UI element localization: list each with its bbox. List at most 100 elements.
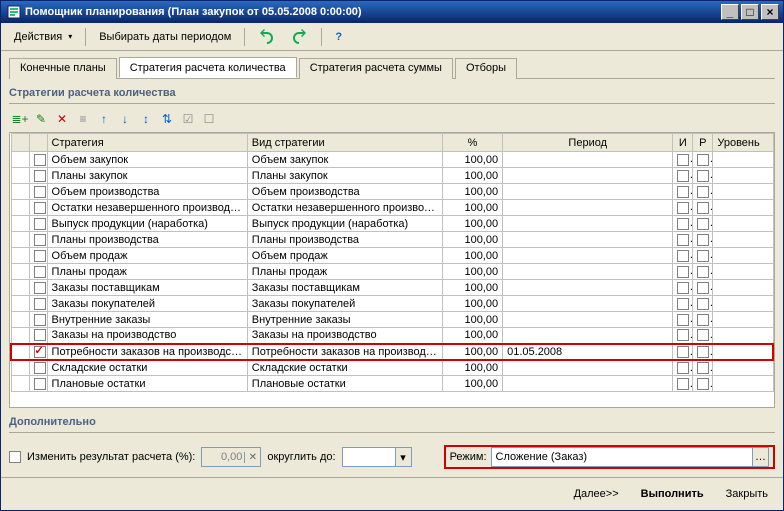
table-row[interactable]: Планы закупокПланы закупок100,00 bbox=[11, 168, 773, 184]
change-result-checkbox[interactable] bbox=[9, 451, 21, 463]
tab-qty-strategy[interactable]: Стратегия расчета количества bbox=[119, 57, 297, 78]
col-strategy[interactable]: Стратегия bbox=[47, 134, 247, 152]
cell-period[interactable] bbox=[503, 264, 673, 280]
table-row[interactable]: Остатки незавершенного производстваОстат… bbox=[11, 200, 773, 216]
r-checkbox[interactable] bbox=[697, 266, 709, 278]
table-row[interactable]: Заказы покупателейЗаказы покупателей100,… bbox=[11, 296, 773, 312]
cell-strategy[interactable]: Остатки незавершенного производства bbox=[47, 200, 247, 216]
cell-r[interactable] bbox=[693, 232, 713, 248]
i-checkbox[interactable] bbox=[677, 234, 689, 246]
i-checkbox[interactable] bbox=[677, 298, 689, 310]
cell-pct[interactable]: 100,00 bbox=[443, 328, 503, 344]
cell-r[interactable] bbox=[693, 216, 713, 232]
r-checkbox[interactable] bbox=[697, 250, 709, 262]
move-down-icon[interactable]: ↓ bbox=[116, 110, 134, 128]
cell-strategy[interactable]: Внутренние заказы bbox=[47, 312, 247, 328]
table-row[interactable]: Заказы на производствоЗаказы на производ… bbox=[11, 328, 773, 344]
cell-i[interactable] bbox=[673, 344, 693, 360]
cell-type[interactable]: Планы закупок bbox=[247, 168, 442, 184]
cell-level[interactable] bbox=[713, 248, 773, 264]
cell-i[interactable] bbox=[673, 200, 693, 216]
cell-strategy[interactable]: Планы продаж bbox=[47, 264, 247, 280]
row-checkbox[interactable] bbox=[34, 186, 46, 198]
cell-level[interactable] bbox=[713, 264, 773, 280]
cell-r[interactable] bbox=[693, 248, 713, 264]
row-checkbox-cell[interactable] bbox=[29, 344, 47, 360]
cell-pct[interactable]: 100,00 bbox=[443, 200, 503, 216]
cell-strategy[interactable]: Заказы покупателей bbox=[47, 296, 247, 312]
cell-i[interactable] bbox=[673, 360, 693, 376]
cell-r[interactable] bbox=[693, 328, 713, 344]
cell-i[interactable] bbox=[673, 168, 693, 184]
col-period[interactable]: Период bbox=[503, 134, 673, 152]
row-checkbox[interactable] bbox=[34, 266, 46, 278]
cell-pct[interactable]: 100,00 bbox=[443, 296, 503, 312]
cell-period[interactable] bbox=[503, 328, 673, 344]
cell-strategy[interactable]: Планы закупок bbox=[47, 168, 247, 184]
cell-type[interactable]: Планы продаж bbox=[247, 264, 442, 280]
cell-level[interactable] bbox=[713, 232, 773, 248]
cell-r[interactable] bbox=[693, 376, 713, 392]
sort-desc-icon[interactable]: ⇅ bbox=[158, 110, 176, 128]
cell-level[interactable] bbox=[713, 344, 773, 360]
cell-period[interactable] bbox=[503, 184, 673, 200]
cell-strategy[interactable]: Заказы на производство bbox=[47, 328, 247, 344]
cell-period[interactable]: 01.05.2008 bbox=[503, 344, 673, 360]
properties-icon[interactable]: ≡ bbox=[74, 110, 92, 128]
cell-strategy[interactable]: Заказы поставщикам bbox=[47, 280, 247, 296]
cell-level[interactable] bbox=[713, 360, 773, 376]
close-button[interactable]: × bbox=[761, 4, 779, 20]
cell-i[interactable] bbox=[673, 376, 693, 392]
table-row[interactable]: Объем производстваОбъем производства100,… bbox=[11, 184, 773, 200]
minimize-button[interactable]: _ bbox=[721, 4, 739, 20]
cell-pct[interactable]: 100,00 bbox=[443, 184, 503, 200]
tab-sum-strategy[interactable]: Стратегия расчета суммы bbox=[299, 58, 453, 79]
row-checkbox-cell[interactable] bbox=[29, 312, 47, 328]
close-form-button[interactable]: Закрыть bbox=[719, 484, 775, 504]
i-checkbox[interactable] bbox=[677, 362, 689, 374]
undo-button[interactable] bbox=[251, 26, 281, 48]
run-button[interactable]: Выполнить bbox=[634, 484, 711, 504]
tab-final-plans[interactable]: Конечные планы bbox=[9, 58, 117, 79]
edit-row-icon[interactable]: ✎ bbox=[32, 110, 50, 128]
table-row[interactable]: Объем продажОбъем продаж100,00 bbox=[11, 248, 773, 264]
cell-type[interactable]: Объем закупок bbox=[247, 152, 442, 168]
actions-menu[interactable]: Действия▾ bbox=[7, 28, 79, 46]
cell-strategy[interactable]: Выпуск продукции (наработка) bbox=[47, 216, 247, 232]
r-checkbox[interactable] bbox=[697, 154, 709, 166]
row-checkbox-cell[interactable] bbox=[29, 248, 47, 264]
i-checkbox[interactable] bbox=[677, 186, 689, 198]
col-pct[interactable]: % bbox=[443, 134, 503, 152]
change-result-input[interactable]: ✕ bbox=[201, 447, 261, 467]
table-row[interactable]: Заказы поставщикамЗаказы поставщикам100,… bbox=[11, 280, 773, 296]
cell-type[interactable]: Заказы покупателей bbox=[247, 296, 442, 312]
cell-level[interactable] bbox=[713, 216, 773, 232]
cell-period[interactable] bbox=[503, 376, 673, 392]
r-checkbox[interactable] bbox=[697, 234, 709, 246]
table-row[interactable]: Выпуск продукции (наработка)Выпуск проду… bbox=[11, 216, 773, 232]
tab-filters[interactable]: Отборы bbox=[455, 58, 517, 79]
mode-select[interactable]: Сложение (Заказ) … bbox=[491, 447, 769, 467]
cell-period[interactable] bbox=[503, 248, 673, 264]
cell-i[interactable] bbox=[673, 248, 693, 264]
cell-strategy[interactable]: Плановые остатки bbox=[47, 376, 247, 392]
cell-r[interactable] bbox=[693, 200, 713, 216]
redo-button[interactable] bbox=[285, 26, 315, 48]
cell-pct[interactable]: 100,00 bbox=[443, 248, 503, 264]
add-row-icon[interactable]: ≣+ bbox=[11, 110, 29, 128]
sort-asc-icon[interactable]: ↕ bbox=[137, 110, 155, 128]
table-row[interactable]: Планы продажПланы продаж100,00 bbox=[11, 264, 773, 280]
i-checkbox[interactable] bbox=[677, 378, 689, 390]
cell-type[interactable]: Складские остатки bbox=[247, 360, 442, 376]
r-checkbox[interactable] bbox=[697, 298, 709, 310]
cell-type[interactable]: Объем производства bbox=[247, 184, 442, 200]
cell-period[interactable] bbox=[503, 152, 673, 168]
row-checkbox-cell[interactable] bbox=[29, 232, 47, 248]
choose-dates-button[interactable]: Выбирать даты периодом bbox=[92, 28, 238, 46]
table-row[interactable]: Плановые остаткиПлановые остатки100,00 bbox=[11, 376, 773, 392]
i-checkbox[interactable] bbox=[677, 346, 689, 358]
cell-level[interactable] bbox=[713, 328, 773, 344]
ellipsis-icon[interactable]: … bbox=[752, 448, 768, 466]
cell-type[interactable]: Объем продаж bbox=[247, 248, 442, 264]
row-checkbox-cell[interactable] bbox=[29, 296, 47, 312]
